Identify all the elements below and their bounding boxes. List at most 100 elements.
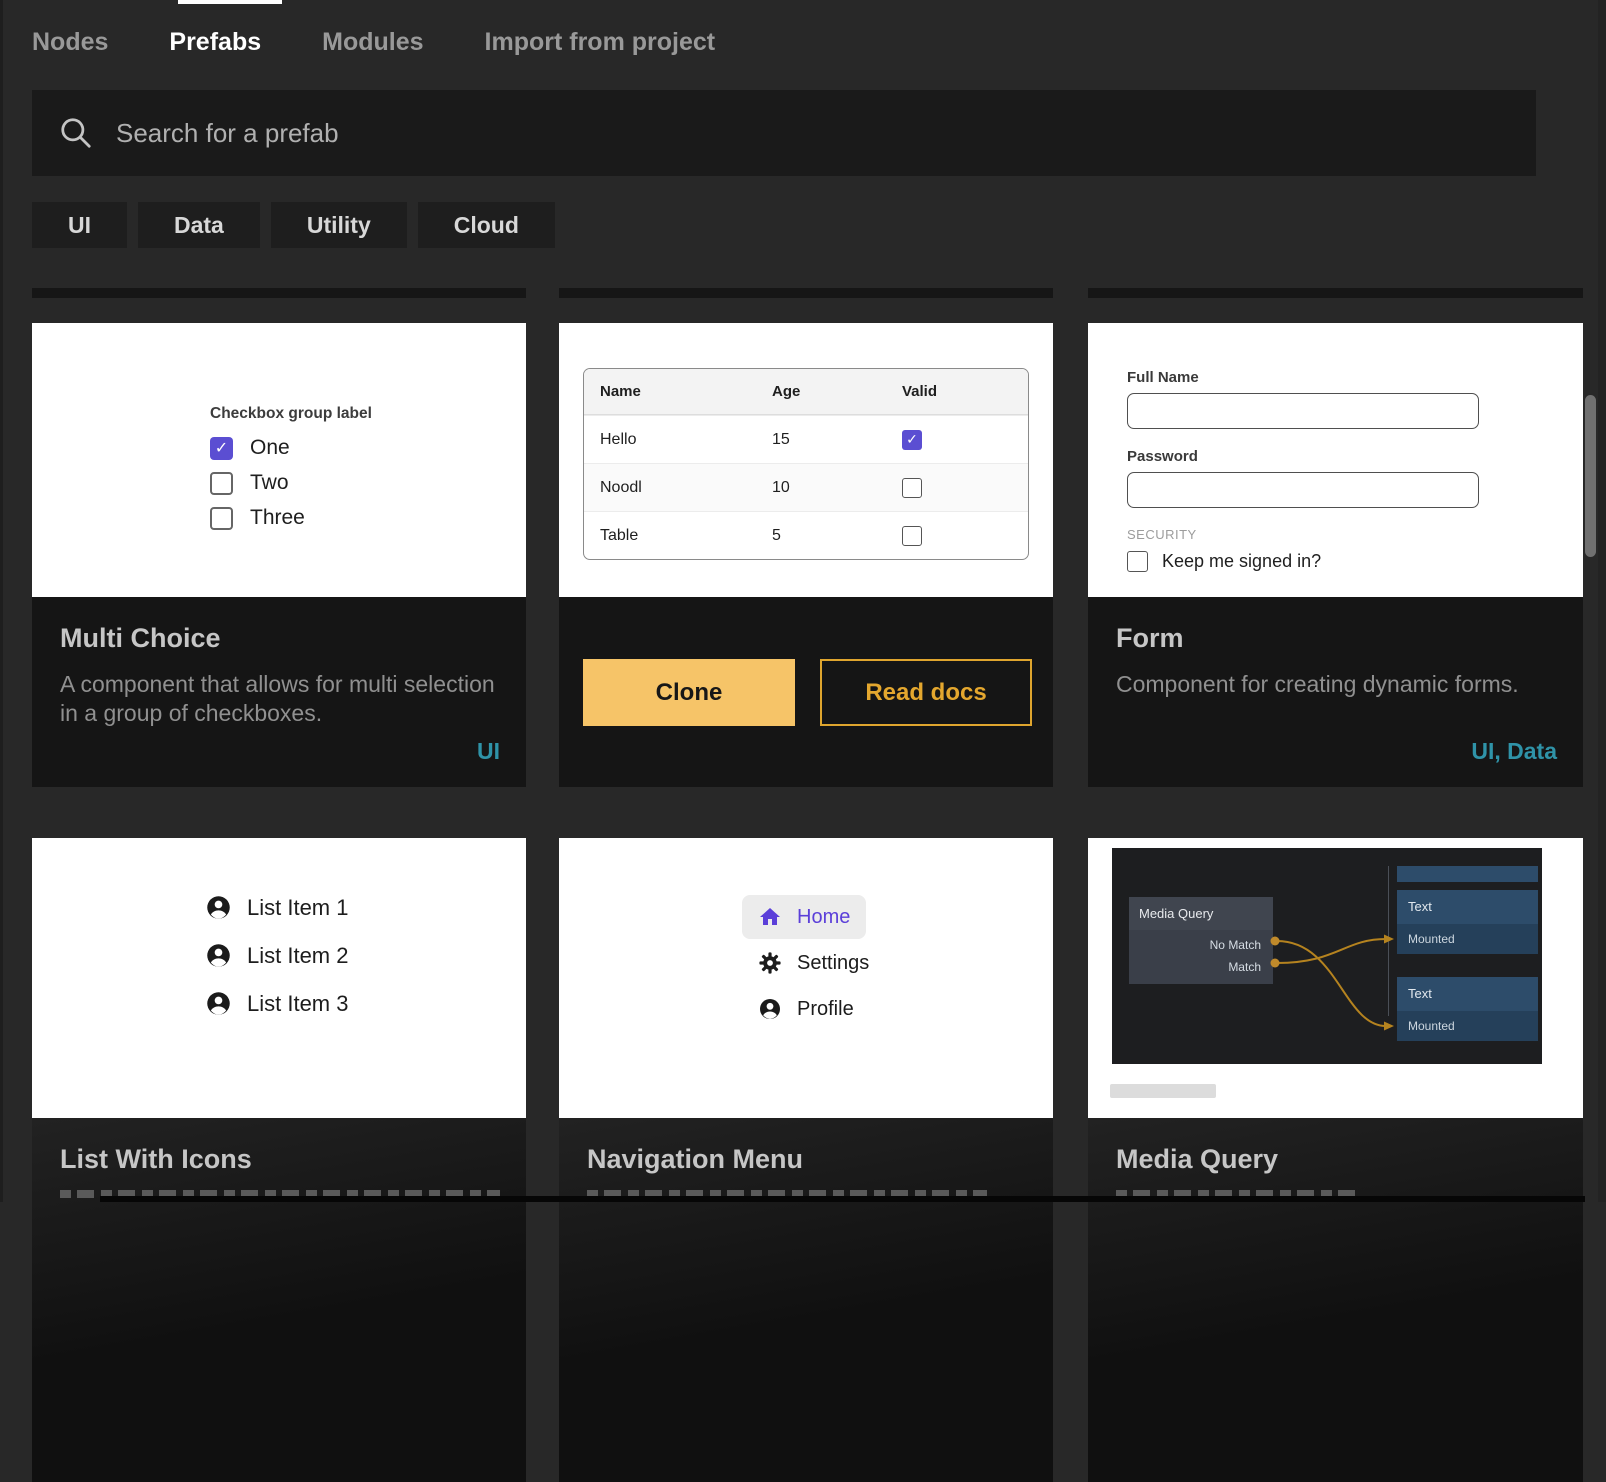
card-description: A component that allows for multi select… [60,670,498,729]
screenshot-scrollbar [1110,1084,1216,1098]
media-query-preview: Media Query No Match Match Text Mounted … [1088,838,1583,1118]
prefab-card-navigation-menu[interactable]: Home Setti [559,838,1053,1482]
card-tags: UI, Data [1471,738,1557,765]
column-header: Name [600,383,772,400]
password-input[interactable] [1127,472,1479,508]
nav-item-profile[interactable]: Profile [742,987,870,1031]
preview-table: Name Age Valid Hello 15 ✓ Noodl 10 Table… [583,368,1029,560]
nav-preview: Home Setti [559,838,1053,1118]
checkbox-option-label: Three [250,506,305,530]
list-item: List Item 2 [205,942,348,969]
checkbox-label: Keep me signed in? [1162,551,1321,572]
checkbox-option: ✓ One [210,436,372,460]
search-input[interactable] [116,118,1416,149]
filter-ui[interactable]: UI [32,202,127,248]
tab-import-from-project[interactable]: Import from project [485,28,716,57]
field-label: Full Name [1127,369,1479,386]
read-docs-button[interactable]: Read docs [820,659,1032,726]
clone-button[interactable]: Clone [583,659,795,726]
prefab-card-multi-choice[interactable]: Checkbox group label ✓ One Two Three Mul… [32,323,526,787]
prefab-card-list-with-icons[interactable]: List Item 1 List Item 2 List Item 3 [32,838,526,1482]
card-bottom-edge [559,288,1053,298]
column-header: Age [772,383,902,400]
card-title: Media Query [1116,1144,1555,1175]
panel-right-border [1598,0,1606,1202]
cell-age: 5 [772,527,902,545]
card-title: Form [1116,623,1555,654]
prefab-card-form[interactable]: Full Name Password SECURITY Keep me sign… [1088,323,1583,787]
multi-choice-preview: Checkbox group label ✓ One Two Three [32,323,526,597]
nav-item-label: Profile [797,998,854,1021]
cell-name: Noodl [600,479,772,497]
home-icon [758,905,782,929]
cell-name: Hello [600,431,772,449]
checkbox-option-label: Two [250,471,289,495]
card-title: List With Icons [60,1144,498,1175]
filter-utility[interactable]: Utility [271,202,407,248]
checkbox-option: Three [210,506,372,530]
table-row: Hello 15 ✓ [584,415,1028,463]
checkbox-group: Checkbox group label ✓ One Two Three [210,405,372,541]
checkbox-option-label: One [250,436,290,460]
cell-name: Table [600,527,772,545]
field-label: Password [1127,448,1479,465]
gear-icon [758,951,782,975]
card-footer: List With Icons [32,1118,526,1482]
checkbox-group-label: Checkbox group label [210,405,372,423]
preview-form: Full Name Password SECURITY Keep me sign… [1127,369,1479,572]
checkbox-unchecked[interactable] [210,472,233,495]
panel-bottom-divider [100,1196,1585,1202]
list-item-label: List Item 1 [247,895,348,921]
tab-prefabs[interactable]: Prefabs [169,28,261,57]
nav-item-label: Home [797,906,850,929]
nav-item-settings[interactable]: Settings [742,941,885,985]
list-item-label: List Item 3 [247,991,348,1017]
vertical-scrollbar-thumb[interactable] [1585,395,1596,557]
list-item: List Item 3 [205,990,348,1017]
checkbox-unchecked[interactable] [902,478,922,498]
card-description: Component for creating dynamic forms. [1116,670,1555,699]
full-name-input[interactable] [1127,393,1479,429]
card-footer-hover-actions: Clone Read docs [559,597,1053,787]
tab-modules[interactable]: Modules [322,28,423,57]
prefab-panel: { "header": { "tabs": [ { "label": "Node… [0,0,1606,1202]
table-preview: Name Age Valid Hello 15 ✓ Noodl 10 Table… [559,323,1053,597]
nav-item-label: Settings [797,952,869,975]
nav-item-home[interactable]: Home [742,895,866,939]
filter-data[interactable]: Data [138,202,260,248]
table-header-row: Name Age Valid [584,369,1028,415]
search-bar[interactable] [32,90,1536,176]
search-icon [58,115,94,151]
card-tags: UI [477,738,500,765]
list-preview: List Item 1 List Item 2 List Item 3 [32,838,526,1118]
list-item: List Item 1 [205,894,348,921]
cell-age: 15 [772,431,902,449]
checkbox-checked[interactable]: ✓ [210,437,233,460]
card-footer: Navigation Menu [559,1118,1053,1482]
card-title: Navigation Menu [587,1144,1025,1175]
section-label: SECURITY [1127,527,1479,542]
card-footer: Form Component for creating dynamic form… [1088,597,1583,787]
card-bottom-edge [1088,288,1583,298]
checkbox-unchecked[interactable] [1127,551,1148,572]
cell-age: 10 [772,479,902,497]
form-preview: Full Name Password SECURITY Keep me sign… [1088,323,1583,597]
tab-nodes[interactable]: Nodes [32,28,108,57]
account-circle-icon [758,997,782,1021]
node-graph-screenshot: Media Query No Match Match Text Mounted … [1112,848,1542,1064]
filter-cloud[interactable]: Cloud [418,202,555,248]
table-row: Noodl 10 [584,463,1028,511]
column-header: Valid [902,383,1028,400]
checkbox-checked[interactable]: ✓ [902,430,922,450]
card-bottom-edge [32,288,526,298]
checkbox-unchecked[interactable] [210,507,233,530]
filter-chips: UI Data Utility Cloud [32,202,555,248]
connection-wires [1112,848,1542,1064]
prefab-card-media-query[interactable]: Media Query No Match Match Text Mounted … [1088,838,1583,1482]
prefab-card-table[interactable]: Name Age Valid Hello 15 ✓ Noodl 10 Table… [559,323,1053,787]
account-circle-icon [205,942,232,969]
checkbox-unchecked[interactable] [902,526,922,546]
list-item-label: List Item 2 [247,943,348,969]
card-title: Multi Choice [60,623,498,654]
keep-signed-in-row: Keep me signed in? [1127,551,1479,572]
